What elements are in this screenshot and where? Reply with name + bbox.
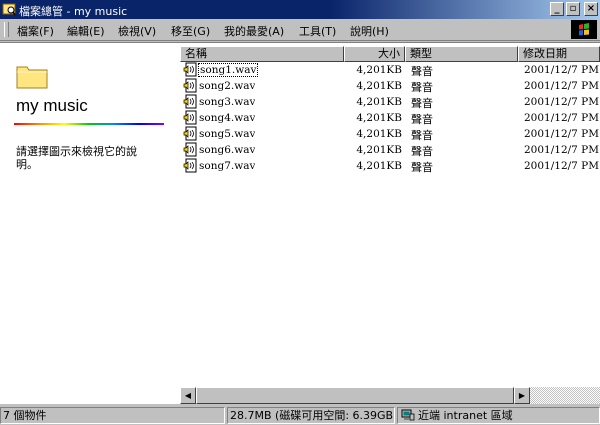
file-row[interactable]: song2.wav 4,201KB 聲音 2001/12/7 PM 09 [180,78,600,94]
scroll-left-button[interactable]: ◀ [180,387,196,404]
file-row[interactable]: song4.wav 4,201KB 聲音 2001/12/7 PM 09 [180,110,600,126]
file-modified: 2001/12/7 PM 09 [524,64,600,76]
wav-file-icon [183,158,197,173]
scroll-right-button[interactable]: ▶ [514,387,530,404]
maximize-button[interactable]: ▫ [566,2,580,16]
menu-favorites[interactable]: 我的最愛(A) [224,23,284,39]
file-modified: 2001/12/7 PM 09 [524,128,600,140]
windows-logo-icon [571,20,597,39]
intranet-zone-icon [401,409,415,421]
status-zone: 近端 intranet 區域 [397,407,600,424]
file-row[interactable]: song6.wav 4,201KB 聲音 2001/12/7 PM 09 [180,142,600,158]
file-type: 聲音 [411,145,433,158]
status-bar: 7 個物件 28.7MB (磁碟可用空間: 6.39GB) 近端 intrane… [0,405,600,425]
file-name: song3.wav [199,96,256,108]
file-list[interactable]: 名稱 大小 類型 修改日期 song1.wav 4,201KB 聲音 2001/… [180,42,600,404]
title-bar[interactable]: 檔案總管 - my music _ ▫ × [0,0,600,19]
wav-file-icon [183,78,197,93]
status-zone-label: 近端 intranet 區域 [418,409,513,422]
file-size: 4,201KB [356,96,402,108]
column-header-type[interactable]: 類型 [405,46,518,62]
web-view-panel: my music 請選擇圖示來檢視它的說明。 [0,42,180,404]
explorer-icon [2,3,16,16]
column-header-size[interactable]: 大小 [344,46,405,62]
status-object-count: 7 個物件 [0,407,225,424]
file-name: song5.wav [199,128,256,140]
hint-text: 請選擇圖示來檢視它的說明。 [16,145,137,171]
menu-tools[interactable]: 工具(T) [299,23,336,39]
file-name: song1.wav [197,63,259,77]
status-disk-space: 28.7MB (磁碟可用空間: 6.39GB) [227,407,395,424]
file-modified: 2001/12/7 PM 09 [524,96,600,108]
folder-title: my music [16,96,88,115]
file-modified: 2001/12/7 PM 09 [524,80,600,92]
file-name: song4.wav [199,112,256,124]
column-headers: 名稱 大小 類型 修改日期 [180,46,600,62]
window-title: 檔案總管 - my music [19,5,128,18]
file-row[interactable]: song1.wav 4,201KB 聲音 2001/12/7 PM 09 [180,62,600,78]
column-header-modified[interactable]: 修改日期 [518,46,600,62]
minimize-button[interactable]: _ [550,2,564,16]
file-type: 聲音 [411,65,433,78]
file-size: 4,201KB [356,160,402,172]
horizontal-scrollbar[interactable]: ◀ ▶ [180,387,600,404]
file-type: 聲音 [411,161,433,174]
file-row[interactable]: song3.wav 4,201KB 聲音 2001/12/7 PM 09 [180,94,600,110]
file-type: 聲音 [411,113,433,126]
menu-edit[interactable]: 編輯(E) [67,23,105,39]
file-type: 聲音 [411,129,433,142]
menu-file[interactable]: 檔案(F) [17,23,54,39]
wav-file-icon [183,94,197,109]
file-size: 4,201KB [356,144,402,156]
wav-file-icon [183,142,197,157]
file-name: song6.wav [199,144,256,156]
scroll-thumb[interactable] [196,387,514,404]
file-name: song2.wav [199,80,256,92]
column-header-name[interactable]: 名稱 [180,46,344,62]
file-modified: 2001/12/7 PM 09 [524,144,600,156]
wav-file-icon [183,62,197,77]
close-button[interactable]: × [584,2,598,16]
wav-file-icon [183,110,197,125]
menu-go[interactable]: 移至(G) [171,23,210,39]
rainbow-divider [14,123,164,125]
file-modified: 2001/12/7 PM 09 [524,112,600,124]
file-row[interactable]: song5.wav 4,201KB 聲音 2001/12/7 PM 09 [180,126,600,142]
file-size: 4,201KB [356,80,402,92]
file-size: 4,201KB [356,128,402,140]
file-modified: 2001/12/7 PM 09 [524,160,600,172]
folder-icon [16,66,48,89]
file-type: 聲音 [411,97,433,110]
menu-help[interactable]: 說明(H) [350,23,389,39]
file-type: 聲音 [411,81,433,94]
file-size: 4,201KB [356,112,402,124]
menu-view[interactable]: 檢視(V) [118,23,156,39]
toolbar-grip[interactable] [4,22,9,37]
file-row[interactable]: song7.wav 4,201KB 聲音 2001/12/7 PM 09 [180,158,600,174]
menu-bar: 檔案(F) 編輯(E) 檢視(V) 移至(G) 我的最愛(A) 工具(T) 說明… [0,19,600,41]
file-name: song7.wav [199,160,256,172]
file-size: 4,201KB [356,64,402,76]
wav-file-icon [183,126,197,141]
